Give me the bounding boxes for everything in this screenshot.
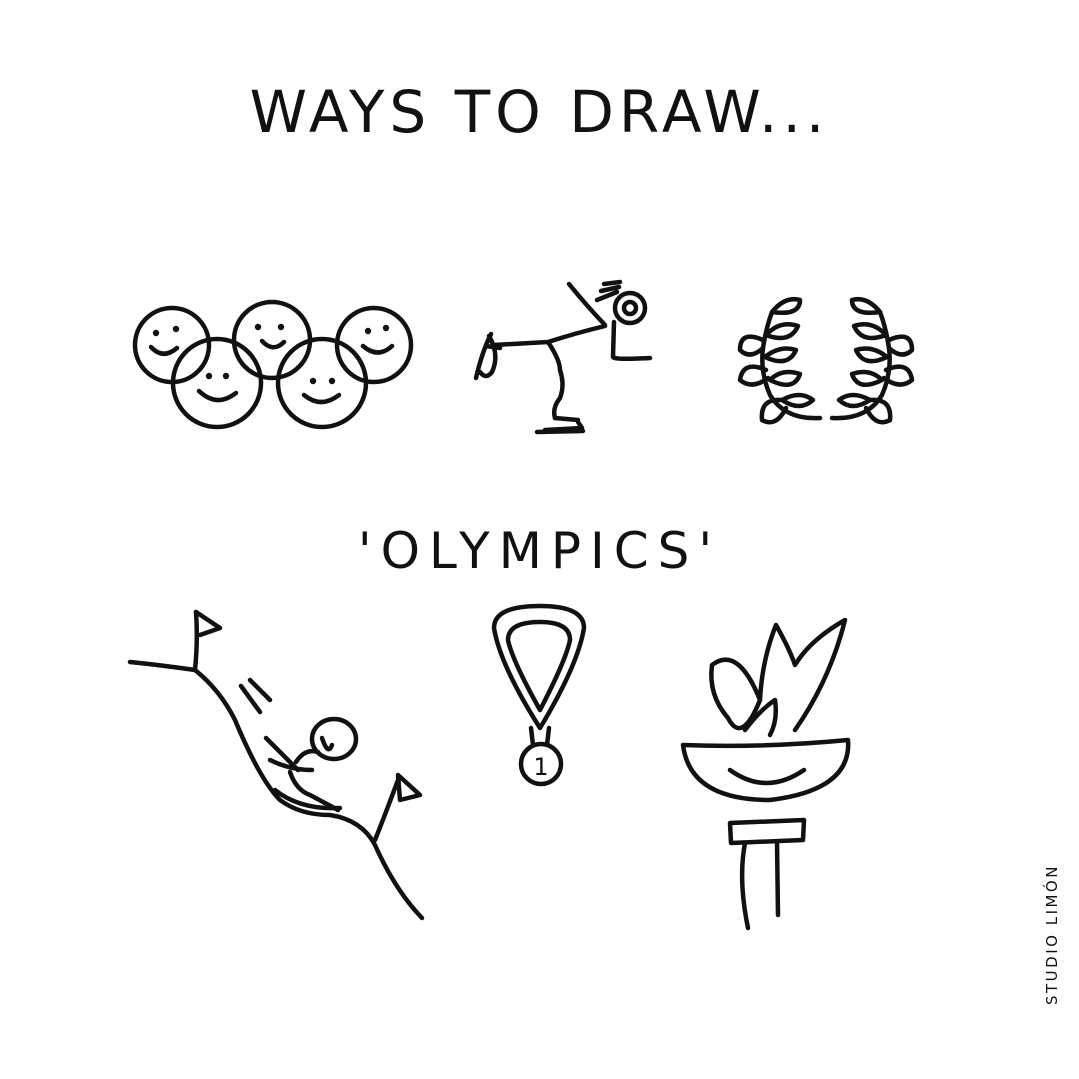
laurel-wreath-icon [737, 297, 915, 425]
illustrations-canvas: 1 [127, 279, 915, 931]
gold-medal-icon: 1 [491, 603, 587, 787]
smiling-olympic-rings-icon [132, 299, 414, 430]
olympic-torch-icon [680, 617, 851, 931]
skier-on-slope-icon [127, 609, 425, 921]
drawing-page: WAYS TO DRAW... 'OLYMPICS' STUDIO LIMÓN [0, 0, 1079, 1079]
speed-skater-icon [473, 279, 653, 435]
medal-number: 1 [533, 753, 548, 781]
